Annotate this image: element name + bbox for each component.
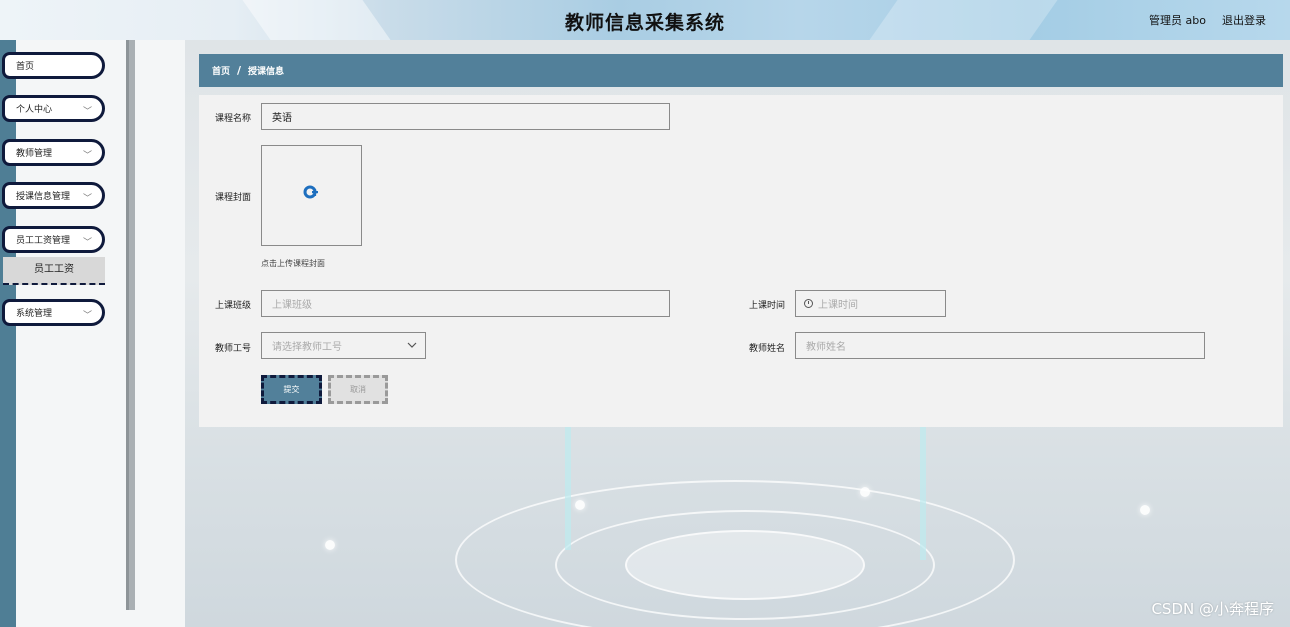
sidebar-item-label: 系统管理 (16, 309, 53, 319)
sidebar-item-teacher-management[interactable]: 教师管理 ﹀ (2, 139, 105, 166)
plus-icon (303, 185, 318, 199)
course-cover-upload[interactable] (261, 145, 362, 246)
sidebar-item-home[interactable]: 首页 (2, 52, 105, 79)
sidebar (0, 40, 185, 627)
breadcrumb-separator: / (237, 64, 242, 77)
lamp-decoration (860, 487, 870, 497)
sidebar-stripe (0, 40, 16, 627)
teacher-name-input[interactable]: 教师姓名 (795, 332, 1205, 359)
sidebar-item-system-management[interactable]: 系统管理 ﹀ (2, 299, 105, 326)
sidebar-item-label: 首页 (16, 62, 35, 72)
course-cover-label: 课程封面 (215, 193, 252, 203)
sidebar-subitem-salary[interactable]: 员工工资 (3, 257, 105, 285)
teacher-name-label: 教师姓名 (749, 344, 786, 354)
class-input[interactable]: 上课班级 (261, 290, 670, 317)
chevron-down-icon: ﹀ (82, 151, 92, 161)
class-time-picker[interactable]: 上课时间 (795, 290, 946, 317)
sidebar-item-label: 授课信息管理 (16, 192, 71, 202)
sidebar-item-course-info-management[interactable]: 授课信息管理 ﹀ (2, 182, 105, 209)
watermark: CSDN @小奔程序 (1151, 600, 1274, 618)
upload-hint: 点击上传课程封面 (261, 259, 325, 268)
pillar-decoration (565, 420, 571, 550)
breadcrumb-home[interactable]: 首页 (212, 64, 230, 77)
lamp-decoration (325, 540, 335, 550)
teacher-id-select[interactable]: 请选择教师工号 (261, 332, 426, 359)
lamp-decoration (1140, 505, 1150, 515)
cancel-button[interactable]: 取消 (328, 375, 388, 404)
logout-link[interactable]: 退出登录 (1222, 12, 1266, 28)
user-label[interactable]: 管理员 abo (1149, 12, 1206, 28)
submit-button[interactable]: 提交 (261, 375, 322, 404)
sidebar-item-label: 员工工资管理 (16, 236, 71, 246)
pillar-decoration (920, 420, 926, 560)
chevron-down-icon: ﹀ (82, 107, 92, 117)
clock-icon (804, 299, 813, 308)
chevron-down-icon: ﹀ (82, 194, 92, 204)
chevron-down-icon (407, 342, 417, 348)
sidebar-item-label: 个人中心 (16, 105, 53, 115)
teacher-id-placeholder: 请选择教师工号 (272, 342, 342, 353)
class-label: 上课班级 (215, 301, 252, 311)
sidebar-scrollbar-thumb[interactable] (126, 40, 129, 610)
breadcrumb: 首页 / 授课信息 (199, 54, 1283, 87)
course-name-input[interactable]: 英语 (261, 103, 670, 130)
top-header: 教师信息采集系统 管理员 abo 退出登录 (0, 0, 1290, 40)
app-title: 教师信息采集系统 (564, 12, 725, 34)
course-name-label: 课程名称 (215, 114, 252, 124)
teacher-id-label: 教师工号 (215, 344, 252, 354)
class-time-label: 上课时间 (749, 301, 786, 311)
header-user-area: 管理员 abo 退出登录 (1149, 12, 1266, 28)
lamp-decoration (575, 500, 585, 510)
chevron-down-icon: ﹀ (82, 238, 92, 248)
course-info-form: 课程名称 英语 课程封面 点击上传课程封面 上课班级 上课班级 上课时间 上课时… (199, 95, 1283, 427)
sidebar-item-personal-center[interactable]: 个人中心 ﹀ (2, 95, 105, 122)
stage-ring-decoration (625, 530, 865, 600)
breadcrumb-current: 授课信息 (248, 67, 285, 77)
chevron-down-icon: ﹀ (82, 311, 92, 321)
sidebar-item-salary-management[interactable]: 员工工资管理 ﹀ (2, 226, 105, 253)
sidebar-item-label: 教师管理 (16, 149, 53, 159)
class-time-placeholder: 上课时间 (818, 300, 858, 311)
